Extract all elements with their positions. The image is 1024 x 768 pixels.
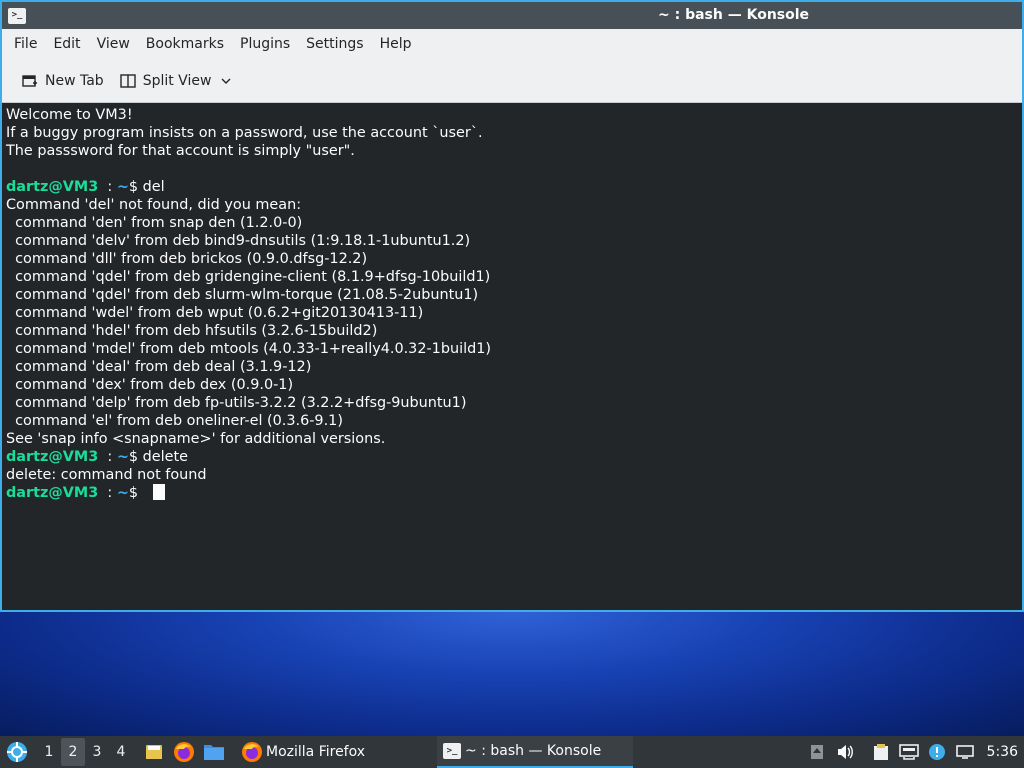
task-konsole[interactable]: >_ ~ : bash — Konsole: [437, 736, 634, 768]
output-line: command 'el' from deb oneliner-el (0.3.6…: [6, 413, 343, 429]
taskbar: 1234 Mozilla Firefox >_ ~ : bash — Konso…: [0, 736, 1024, 768]
output-line: command 'hdel' from deb hfsutils (3.2.6-…: [6, 323, 378, 339]
new-tab-label: New Tab: [45, 72, 104, 89]
output-line: Command 'del' not found, did you mean:: [6, 197, 302, 213]
notifications-icon[interactable]: [927, 742, 947, 762]
task-firefox[interactable]: Mozilla Firefox: [235, 736, 371, 768]
prompt-symbol: $: [128, 179, 143, 195]
system-tray: 5:36: [803, 736, 1024, 768]
command-text: del: [142, 179, 165, 195]
display-icon[interactable]: [955, 742, 975, 762]
output-line: command 'wdel' from deb wput (0.6.2+git2…: [6, 305, 424, 321]
output-line: command 'mdel' from deb mtools (4.0.33-1…: [6, 341, 491, 357]
output-line: Welcome to VM3!: [6, 107, 133, 123]
output-line: command 'dex' from deb dex (0.9.0-1): [6, 377, 294, 393]
prompt-separator: :: [98, 449, 117, 465]
split-view-button[interactable]: Split View: [112, 66, 247, 96]
menu-settings[interactable]: Settings: [298, 29, 371, 59]
output-line: See 'snap info <snapname>' for additiona…: [6, 431, 386, 447]
prompt-path: ~: [116, 485, 129, 501]
chevron-down-icon[interactable]: [221, 77, 231, 85]
menubar: File Edit View Bookmarks Plugins Settings Help: [2, 29, 1022, 59]
app-launcher-icon[interactable]: [5, 740, 29, 764]
split-view-label: Split View: [142, 72, 212, 89]
text-cursor: [152, 484, 165, 500]
desktop-2[interactable]: 2: [61, 738, 85, 766]
volume-icon[interactable]: [835, 742, 855, 762]
output-line: command 'qdel' from deb slurm-wlm-torque…: [6, 287, 479, 303]
prompt-separator: :: [98, 179, 117, 195]
desktop-background: [0, 612, 1024, 736]
output-line: command 'den' from snap den (1.2.0-0): [6, 215, 303, 231]
output-line: command 'qdel' from deb gridengine-clien…: [6, 269, 491, 285]
output-line: If a buggy program insists on a password…: [6, 125, 483, 141]
prompt-path: ~: [116, 449, 129, 465]
prompt-user: dartz@VM3: [6, 449, 99, 465]
firefox-icon[interactable]: [173, 741, 195, 763]
pager: 1234: [37, 738, 133, 766]
terminal-icon[interactable]: >_: [8, 7, 26, 24]
desktop-4[interactable]: 4: [109, 738, 133, 766]
menu-bookmarks[interactable]: Bookmarks: [138, 29, 232, 59]
menu-file[interactable]: File: [6, 29, 45, 59]
network-icon[interactable]: [898, 742, 919, 762]
prompt-user: dartz@VM3: [6, 485, 99, 501]
terminal-icon: >_: [443, 743, 462, 759]
folder-icon[interactable]: [203, 741, 225, 763]
output-line: command 'dll' from deb brickos (0.9.0.df…: [6, 251, 368, 267]
prompt-line: dartz@VM3 : ~$ del: [6, 178, 1018, 196]
command-text: delete: [142, 449, 188, 465]
file-manager-icon[interactable]: [143, 741, 165, 763]
output-line: The passsword for that account is simply…: [6, 143, 355, 159]
firefox-icon: [242, 742, 262, 762]
prompt-line: dartz@VM3 : ~$: [6, 484, 1018, 502]
output-line: delete: command not found: [6, 467, 207, 483]
prompt-symbol: $: [128, 485, 143, 501]
new-tab-icon: [22, 74, 37, 87]
menu-plugins[interactable]: Plugins: [232, 29, 298, 59]
prompt-symbol: $: [128, 449, 143, 465]
new-tab-button[interactable]: New Tab: [14, 66, 112, 96]
menu-help[interactable]: Help: [372, 29, 420, 59]
window-title: ~ : bash — Konsole: [658, 7, 810, 23]
titlebar[interactable]: >_ ~ : bash — Konsole: [2, 0, 1022, 29]
split-view-icon: [119, 73, 136, 88]
task-label: Mozilla Firefox: [266, 744, 366, 760]
terminal-output[interactable]: Welcome to VM3! If a buggy program insist…: [2, 104, 1022, 610]
prompt-user: dartz@VM3: [6, 179, 99, 195]
menu-edit[interactable]: Edit: [45, 29, 88, 59]
output-line: command 'delp' from deb fp-utils-3.2.2 (…: [6, 395, 467, 411]
toolbar: New Tab Split View: [2, 59, 1022, 103]
prompt-separator: :: [98, 485, 117, 501]
clock[interactable]: 5:36: [987, 744, 1018, 760]
updates-icon[interactable]: [807, 742, 827, 762]
konsole-window: >_ ~ : bash — Konsole File Edit View Bookma…: [0, 0, 1024, 612]
prompt-line: dartz@VM3 : ~$ delete: [6, 448, 1018, 466]
task-label: ~ : bash — Konsole: [465, 743, 602, 759]
menu-view[interactable]: View: [89, 29, 138, 59]
clipboard-icon[interactable]: [871, 742, 891, 762]
output-line: command 'delv' from deb bind9-dnsutils (…: [6, 233, 471, 249]
prompt-path: ~: [116, 179, 129, 195]
output-line: command 'deal' from deb deal (3.1.9-12): [6, 359, 312, 375]
desktop-1[interactable]: 1: [37, 738, 61, 766]
desktop-3[interactable]: 3: [85, 738, 109, 766]
